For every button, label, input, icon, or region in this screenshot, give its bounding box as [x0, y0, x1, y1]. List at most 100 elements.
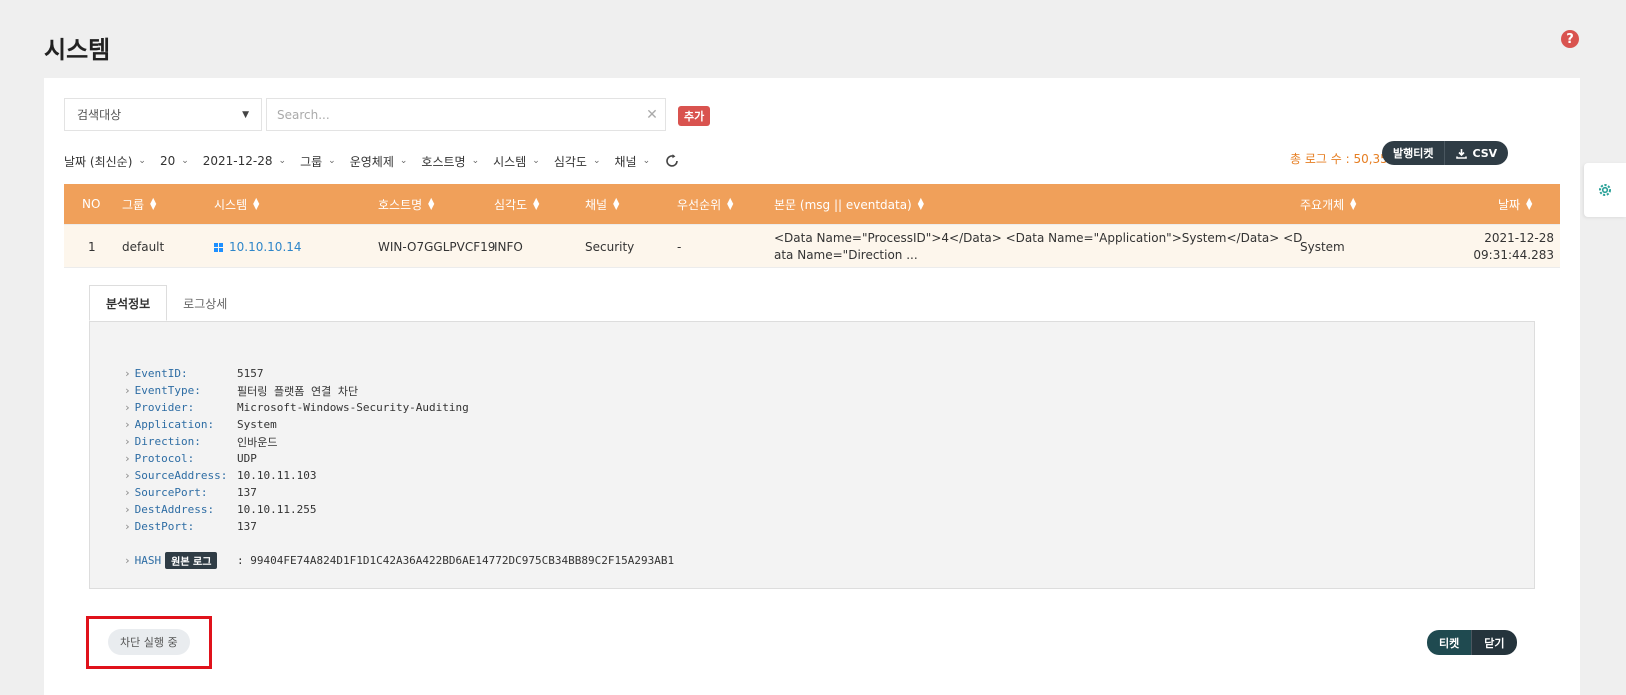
- filter-label: 날짜 (최신순): [64, 154, 133, 169]
- field-value: 필터링 플랫폼 연결 차단: [237, 384, 359, 398]
- settings-tab[interactable]: [1584, 163, 1626, 217]
- col-hostname[interactable]: 호스트명 ▲ ▼: [378, 184, 434, 224]
- col-label: 주요개체: [1300, 197, 1345, 212]
- cell-system[interactable]: 10.10.10.14: [214, 225, 302, 269]
- filter-label: 2021-12-28: [202, 154, 273, 168]
- chevron-down-icon: ⌄: [181, 156, 189, 166]
- csv-label: CSV: [1472, 146, 1498, 160]
- field-row: › Protocol: UDP: [124, 450, 257, 467]
- filter-severity[interactable]: 심각도 ⌄: [554, 153, 601, 170]
- hash-key: HASH: [134, 554, 162, 567]
- system-link[interactable]: 10.10.10.14: [229, 240, 302, 254]
- add-button[interactable]: 추가: [678, 106, 711, 126]
- col-entity[interactable]: 주요개체 ▲ ▼: [1300, 184, 1356, 224]
- table-row[interactable]: 1 default 10.10.10.14 WIN-O7GGLPVCF19 IN…: [64, 224, 1560, 268]
- field-row: › SourceAddress: 10.10.11.103: [124, 467, 316, 484]
- filter-sort[interactable]: 날짜 (최신순) ⌄: [64, 153, 146, 170]
- col-body[interactable]: 본문 (msg || eventdata) ▲ ▼: [774, 184, 924, 224]
- field-key: Provider:: [134, 401, 195, 414]
- field-row: › Application: System: [124, 416, 277, 433]
- field-row: › Provider: Microsoft-Windows-Security-Aud…: [124, 399, 469, 416]
- tab-log-detail[interactable]: 로그상세: [167, 285, 243, 321]
- chevron-down-icon: ⌄: [328, 156, 336, 166]
- cell-priority: -: [677, 240, 682, 254]
- search-input[interactable]: [267, 99, 639, 130]
- sort-icon: ▲ ▼: [727, 196, 734, 211]
- hash-row: › HASH 원본 로그 : 99404FE74A824D1F1D1C42A36A4…: [124, 552, 674, 569]
- chevron-down-icon: ⌄: [138, 156, 146, 166]
- detail-tabs: 분석정보 로그상세: [89, 285, 243, 321]
- page-title: 시스템: [44, 36, 111, 64]
- filter-label: 채널: [614, 154, 637, 169]
- filter-channel[interactable]: 채널 ⌄: [614, 153, 650, 170]
- time-value: 09:31:44.283: [1473, 248, 1554, 262]
- refresh-icon[interactable]: [664, 153, 680, 169]
- help-icon[interactable]: ?: [1561, 30, 1579, 48]
- col-severity[interactable]: 심각도 ▲ ▼: [494, 184, 539, 224]
- filter-os[interactable]: 운영체제 ⌄: [350, 153, 408, 170]
- field-key: Protocol:: [134, 452, 195, 465]
- field-value: 5157: [237, 367, 264, 380]
- cell-group: default: [122, 240, 165, 254]
- cell-severity: INFO: [494, 240, 523, 254]
- sort-icon: ▲ ▼: [1350, 196, 1357, 211]
- chevron-down-icon: ⌄: [642, 156, 651, 166]
- field-value: 137: [237, 520, 257, 533]
- filter-label: 호스트명: [421, 154, 466, 169]
- chevron-right-icon: ›: [124, 418, 131, 431]
- filter-label: 그룹: [300, 154, 323, 169]
- cell-body: <Data Name="ProcessID">4</Data> <Data Na…: [774, 225, 1304, 269]
- field-key: Application:: [134, 418, 215, 431]
- chevron-right-icon: ›: [124, 469, 131, 482]
- col-date[interactable]: 날짜 ▲ ▼: [1498, 184, 1532, 224]
- filter-date[interactable]: 2021-12-28 ⌄: [203, 154, 286, 168]
- chevron-down-icon: ⌄: [471, 156, 480, 166]
- original-log-badge[interactable]: 원본 로그: [165, 552, 218, 569]
- tab-analysis[interactable]: 분석정보: [89, 285, 168, 321]
- field-value: 137: [237, 486, 257, 499]
- col-channel[interactable]: 채널 ▲ ▼: [585, 184, 619, 224]
- gear-icon: [1599, 184, 1611, 196]
- col-system[interactable]: 시스템 ▲ ▼: [214, 184, 259, 224]
- close-button[interactable]: 닫기: [1471, 630, 1517, 655]
- body-text: <Data Name="ProcessID">4</Data> <Data Na…: [774, 231, 1303, 262]
- col-label: 우선순위: [677, 197, 722, 212]
- chevron-right-icon: ›: [124, 452, 131, 465]
- field-key: DestPort:: [134, 520, 195, 533]
- filter-system[interactable]: 시스템 ⌄: [493, 153, 540, 170]
- col-label: 그룹: [122, 197, 145, 212]
- field-row: › Direction: 인바운드: [124, 433, 277, 450]
- filter-page-size[interactable]: 20 ⌄: [160, 154, 189, 168]
- col-label: 본문 (msg || eventdata): [774, 197, 912, 212]
- main-panel: 검색대상 ▼ ✕ 추가 날짜 (최신순) ⌄ 20 ⌄ 2021-12-28 ⌄ 그룹…: [44, 78, 1580, 695]
- chevron-right-icon: ›: [124, 401, 131, 414]
- date-value: 2021-12-28: [1484, 231, 1554, 245]
- search-target-select[interactable]: 검색대상 ▼: [64, 98, 262, 131]
- col-label: 날짜: [1498, 197, 1521, 212]
- search-target-label: 검색대상: [77, 108, 122, 122]
- sort-icon: ▲ ▼: [533, 196, 540, 211]
- col-label: 호스트명: [378, 197, 423, 212]
- chevron-right-icon: ›: [124, 554, 131, 567]
- field-value: 10.10.11.255: [237, 503, 317, 516]
- field-key: DestAddress:: [134, 503, 215, 516]
- export-button-group: 발행티켓 CSV: [1382, 141, 1509, 165]
- close-icon[interactable]: ✕: [639, 107, 665, 123]
- cell-hostname: WIN-O7GGLPVCF19: [378, 240, 496, 254]
- col-priority[interactable]: 우선순위 ▲ ▼: [677, 184, 733, 224]
- cell-entity: System: [1300, 240, 1345, 254]
- highlight-box: [86, 616, 212, 669]
- sort-icon: ▲ ▼: [1526, 196, 1533, 211]
- csv-button[interactable]: CSV: [1444, 141, 1509, 165]
- chevron-down-icon: ⌄: [399, 156, 408, 166]
- field-value: System: [237, 418, 277, 431]
- filter-hostname[interactable]: 호스트명 ⌄: [421, 153, 479, 170]
- sort-icon: ▲ ▼: [150, 196, 157, 211]
- field-row: › DestPort: 137: [124, 518, 257, 535]
- issued-ticket-button[interactable]: 발행티켓: [1382, 141, 1445, 165]
- chevron-right-icon: ›: [124, 503, 131, 516]
- col-group[interactable]: 그룹 ▲ ▼: [122, 184, 156, 224]
- filter-group[interactable]: 그룹 ⌄: [300, 153, 336, 170]
- ticket-button[interactable]: 티켓: [1427, 630, 1472, 655]
- chevron-down-icon: ⌄: [278, 156, 287, 166]
